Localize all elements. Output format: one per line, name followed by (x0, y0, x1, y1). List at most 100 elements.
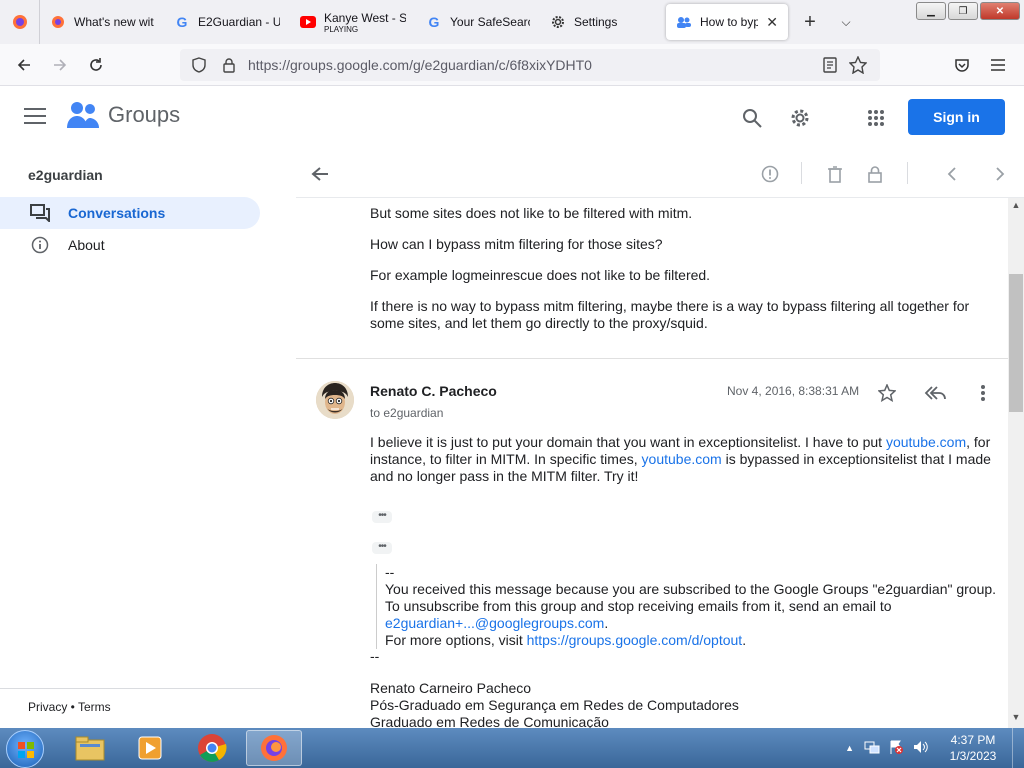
signature-line: Renato Carneiro Pacheco (370, 680, 532, 696)
signature-dash: -- (370, 648, 380, 664)
group-name[interactable]: e2guardian (28, 167, 103, 183)
show-desktop-button[interactable] (1012, 728, 1024, 768)
main-menu-icon[interactable] (24, 108, 46, 129)
bookmark-star-icon[interactable] (844, 56, 872, 74)
message-paragraph: For example logmeinrescue does not like … (370, 267, 711, 283)
chrome-icon (198, 734, 227, 762)
star-icon[interactable] (875, 381, 899, 405)
signature-line: Pós-Graduado em Segurança em Redes de Co… (370, 697, 739, 713)
show-trimmed-content-button[interactable]: ••• (372, 542, 392, 554)
avatar[interactable] (316, 381, 354, 419)
firefox-icon (50, 14, 66, 30)
quote-line: To unsubscribe from this group and stop … (385, 598, 892, 614)
vertical-scrollbar[interactable]: ▲ ▼ (1008, 198, 1024, 728)
pocket-icon (955, 59, 969, 72)
url-bar[interactable]: https://groups.google.com/g/e2guardian/c… (180, 49, 880, 81)
optout-link[interactable]: https://groups.google.com/d/optout (527, 632, 743, 648)
tab-e2guardian[interactable]: G E2Guardian - Ur (164, 4, 290, 40)
tab-safesearch[interactable]: G Your SafeSearch (416, 4, 540, 40)
tab-whats-new[interactable]: What's new with (40, 4, 164, 40)
unsubscribe-email-link[interactable]: e2guardian+...@googlegroups.com (385, 615, 604, 631)
arrow-right-icon (54, 59, 67, 71)
groups-logo[interactable]: Groups (66, 100, 180, 130)
taskbar-chrome[interactable] (184, 730, 240, 766)
reader-view-icon[interactable] (816, 57, 844, 73)
scroll-up-arrow-icon[interactable]: ▲ (1008, 200, 1024, 214)
action-center-icon[interactable] (888, 739, 904, 758)
new-tab-button[interactable]: + (792, 11, 828, 34)
firefox-icon (261, 735, 287, 761)
clock-date: 1/3/2023 (949, 749, 997, 763)
youtube-icon (300, 14, 316, 30)
tab-label: How to bypas (700, 15, 759, 29)
quote-period: . (604, 615, 609, 631)
show-hidden-icons[interactable]: ▲ (845, 743, 854, 753)
settings-gear-icon[interactable] (786, 104, 814, 132)
pocket-button[interactable] (944, 47, 980, 83)
minimize-button[interactable]: ▁ (916, 2, 946, 20)
quote-line: You received this message because you ar… (385, 581, 997, 597)
tab-label: Settings (574, 15, 618, 29)
signature-line: Graduado em Redes de Comunicação (370, 714, 609, 728)
window-controls: ▁ ❐ ✕ (916, 2, 1020, 20)
close-tab-icon[interactable]: ✕ (766, 14, 778, 31)
sidebar-item-label: About (68, 237, 105, 253)
message-paragraph: How can I bypass mitm filtering for thos… (370, 236, 663, 252)
sidebar-item-conversations[interactable]: Conversations (0, 197, 260, 229)
lock-icon[interactable] (218, 57, 240, 73)
taskbar-firefox[interactable] (246, 730, 302, 766)
chevron-left-icon[interactable] (940, 162, 964, 186)
tab-settings[interactable]: Settings (540, 4, 662, 40)
maximize-button[interactable]: ❐ (948, 2, 978, 20)
scrollbar-thumb[interactable] (1009, 274, 1023, 412)
url-text[interactable]: https://groups.google.com/g/e2guardian/c… (248, 57, 816, 73)
app-title: Groups (108, 102, 181, 127)
windows-taskbar: ▲ 4:37 PM 1/3/2023 (0, 728, 1024, 768)
message-divider (296, 358, 1008, 359)
tab-label: Kanye West - St (324, 10, 406, 25)
apps-grid-icon[interactable] (862, 104, 890, 132)
more-vert-icon[interactable] (971, 381, 995, 405)
network-icon[interactable] (864, 739, 880, 758)
quote-period: . (742, 632, 747, 648)
back-button[interactable] (6, 47, 42, 83)
message-author[interactable]: Renato C. Pacheco (370, 383, 497, 399)
taskbar-explorer[interactable] (62, 730, 118, 766)
tab-how-to-bypass[interactable]: How to bypas ✕ (666, 4, 788, 40)
tab-kanye[interactable]: Kanye West - St PLAYING (290, 4, 416, 40)
message-body: I believe it is just to put your domain … (370, 434, 1000, 485)
body-text: I believe it is just to put your domain … (370, 434, 886, 450)
close-window-button[interactable]: ✕ (980, 2, 1020, 20)
folder-icon (75, 736, 105, 761)
scroll-down-arrow-icon[interactable]: ▼ (1008, 712, 1024, 726)
clock[interactable]: 4:37 PM 1/3/2023 (938, 732, 1008, 764)
sidebar: e2guardian Conversations About Privacy •… (0, 150, 280, 728)
privacy-terms-footer[interactable]: Privacy • Terms (0, 688, 280, 725)
report-icon[interactable] (758, 162, 782, 186)
taskbar-media-player[interactable] (122, 730, 178, 766)
tab-strip: What's new with G E2Guardian - Ur Kanye … (0, 0, 1024, 44)
show-trimmed-content-button[interactable]: ••• (372, 511, 392, 523)
body-link[interactable]: youtube.com (886, 434, 966, 450)
forward-button[interactable] (42, 47, 78, 83)
firefox-view-button[interactable] (0, 0, 40, 44)
thread-toolbar (296, 150, 1024, 198)
delete-icon[interactable] (823, 162, 847, 186)
start-button[interactable] (6, 730, 44, 768)
body-link[interactable]: youtube.com (642, 451, 722, 467)
lock-icon[interactable] (863, 162, 887, 186)
conversations-icon (30, 203, 50, 223)
sidebar-item-about[interactable]: About (0, 229, 260, 261)
groups-logo-icon (67, 102, 99, 128)
shield-icon[interactable] (188, 57, 210, 73)
list-all-tabs-button[interactable]: ⌵ (828, 15, 864, 30)
app-menu-button[interactable] (980, 47, 1016, 83)
volume-icon[interactable] (912, 739, 928, 758)
message-paragraph: But some sites does not like to be filte… (370, 205, 693, 221)
sign-in-button[interactable]: Sign in (908, 99, 1005, 135)
search-icon[interactable] (738, 104, 766, 132)
reply-all-icon[interactable] (923, 381, 947, 405)
back-to-conversations-icon[interactable] (308, 162, 332, 186)
chevron-right-icon[interactable] (988, 162, 1012, 186)
reload-button[interactable] (78, 47, 114, 83)
